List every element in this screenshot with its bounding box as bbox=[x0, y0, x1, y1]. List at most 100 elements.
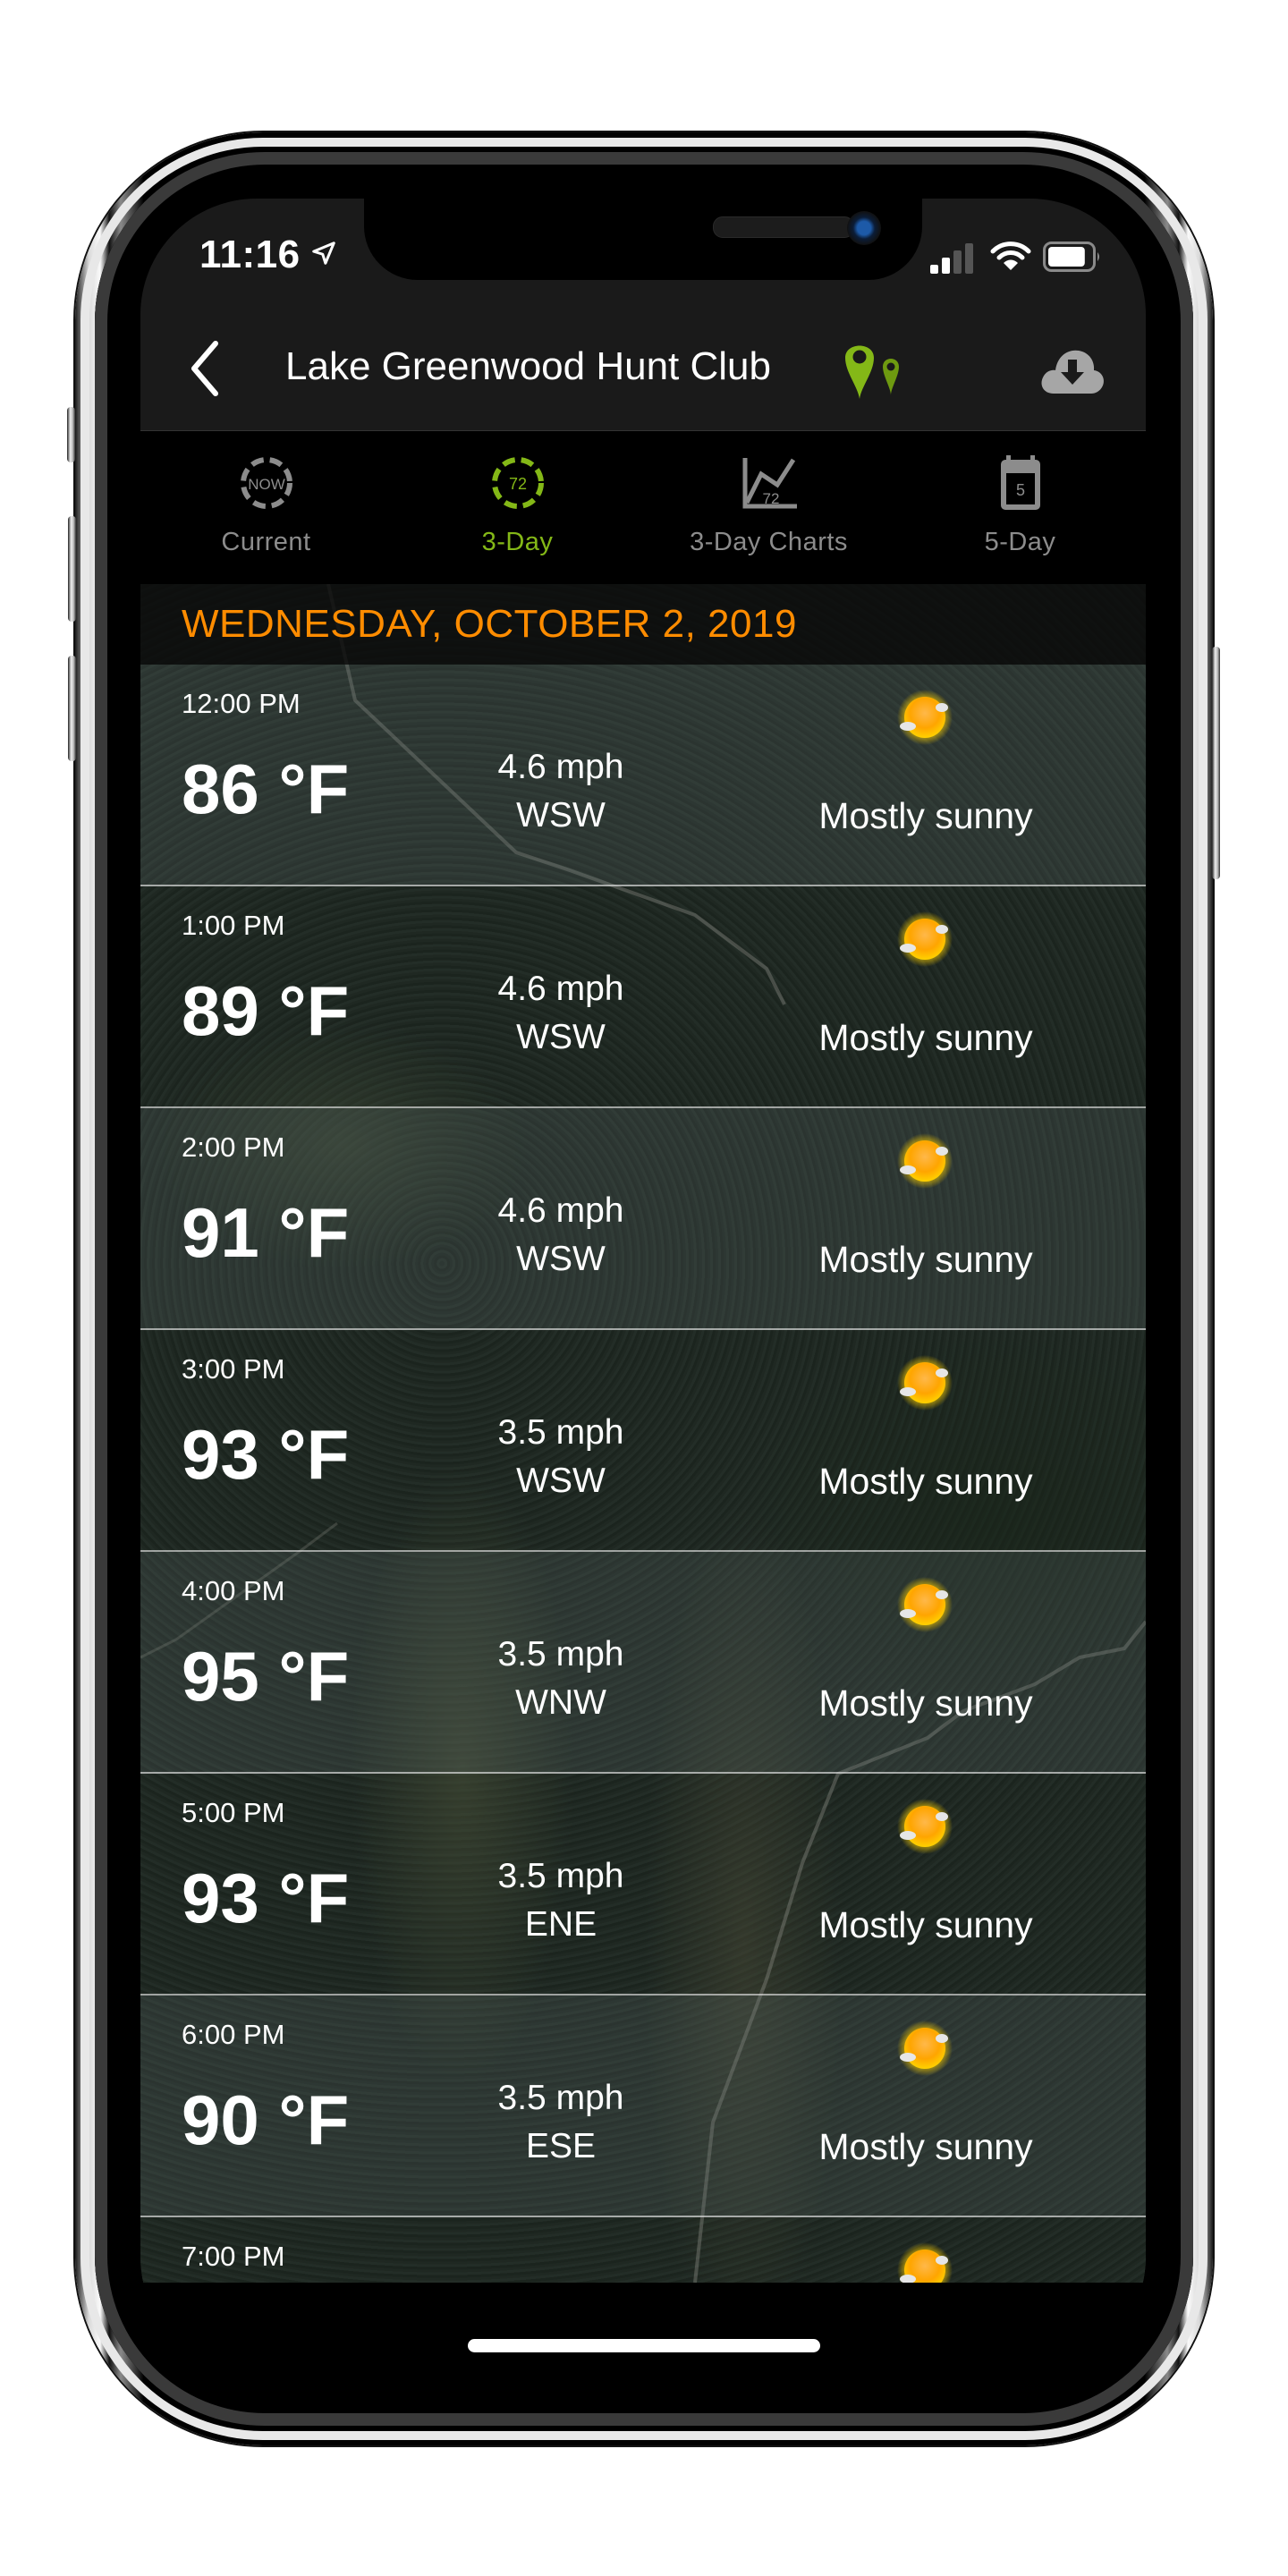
cloud-download-icon[interactable] bbox=[1039, 343, 1106, 395]
72-dial-text: 72 bbox=[508, 475, 526, 493]
hour-row[interactable]: 12:00 PM 86 °F 4.6 mph WSW Mostly sunny bbox=[140, 665, 1146, 886]
wind-direction: ENE bbox=[524, 1905, 597, 1944]
mostly-sunny-icon bbox=[897, 2021, 953, 2076]
volume-up-button bbox=[68, 516, 76, 622]
signal-bar bbox=[930, 265, 938, 274]
wind-speed: 4.6 mph bbox=[497, 748, 624, 786]
status-time: 11:16 bbox=[199, 233, 301, 276]
wind-speed: 3.5 mph bbox=[497, 1413, 624, 1452]
hour-temperature: 90 °F bbox=[182, 2080, 350, 2159]
chevron-left-icon[interactable] bbox=[187, 340, 223, 397]
tab-3-day-label: 3-Day bbox=[481, 528, 554, 556]
hour-time: 7:00 PM bbox=[182, 2241, 285, 2272]
tab-5-day[interactable]: 5 5-Day bbox=[894, 431, 1146, 584]
wind-speed: 4.6 mph bbox=[497, 970, 624, 1008]
hour-condition: Mostly sunny bbox=[818, 2126, 1033, 2167]
page-title: Lake Greenwood Hunt Club bbox=[285, 344, 771, 388]
wind-direction: WSW bbox=[516, 1462, 606, 1500]
now-dial-icon: NOW bbox=[240, 457, 292, 509]
hour-row[interactable]: 6:00 PM 90 °F 3.5 mph ESE Mostly sunny bbox=[140, 1996, 1146, 2217]
wind-direction: WSW bbox=[516, 1018, 606, 1056]
status-bar: 11:16 bbox=[140, 199, 1146, 306]
mostly-sunny-icon bbox=[897, 911, 953, 967]
mostly-sunny-icon bbox=[897, 690, 953, 745]
hour-wind: 3.5 mph WSW bbox=[471, 1409, 650, 1505]
forecast-tabs: NOW Current 72 3-Day 72 3-Day Charts 5 5… bbox=[140, 431, 1146, 584]
tab-current[interactable]: NOW Current bbox=[140, 431, 392, 584]
hour-wind: 3.5 mph ESE bbox=[471, 2074, 650, 2171]
wind-speed: 3.5 mph bbox=[497, 1857, 624, 1895]
hour-rows: 12:00 PM 86 °F 4.6 mph WSW Mostly sunny … bbox=[140, 665, 1146, 2283]
mute-switch bbox=[67, 407, 75, 462]
hour-row[interactable]: 7:00 PM bbox=[140, 2217, 1146, 2283]
home-indicator[interactable] bbox=[468, 2339, 820, 2352]
mostly-sunny-icon bbox=[897, 1799, 953, 1854]
hour-time: 12:00 PM bbox=[182, 688, 301, 719]
wind-direction: ESE bbox=[525, 2127, 597, 2165]
date-header: WEDNESDAY, OCTOBER 2, 2019 bbox=[140, 584, 1146, 665]
hour-condition: Mostly sunny bbox=[818, 1682, 1033, 1724]
hour-row[interactable]: 4:00 PM 95 °F 3.5 mph WNW Mostly sunny bbox=[140, 1552, 1146, 1774]
earpiece-speaker bbox=[713, 216, 854, 238]
navigation-bar: Lake Greenwood Hunt Club bbox=[140, 306, 1146, 431]
mostly-sunny-icon bbox=[897, 1133, 953, 1189]
front-camera bbox=[847, 211, 881, 245]
wind-direction: WSW bbox=[516, 796, 606, 835]
home-bar-area bbox=[140, 2283, 1146, 2373]
hour-row[interactable]: 2:00 PM 91 °F 4.6 mph WSW Mostly sunny bbox=[140, 1108, 1146, 1330]
hour-temperature: 86 °F bbox=[182, 750, 350, 828]
mostly-sunny-icon bbox=[897, 2242, 953, 2283]
hour-row[interactable]: 3:00 PM 93 °F 3.5 mph WSW Mostly sunny bbox=[140, 1330, 1146, 1552]
tab-5-day-label: 5-Day bbox=[984, 528, 1056, 556]
wind-speed: 4.6 mph bbox=[497, 1191, 624, 1230]
hour-temperature: 95 °F bbox=[182, 1637, 350, 1716]
calendar-icon-text: 5 bbox=[1015, 481, 1024, 499]
wind-speed: 3.5 mph bbox=[497, 1635, 624, 1674]
tab-3-day-charts[interactable]: 72 3-Day Charts bbox=[643, 431, 894, 584]
hour-wind: 4.6 mph WSW bbox=[471, 965, 650, 1062]
hour-wind: 4.6 mph WSW bbox=[471, 1187, 650, 1284]
mostly-sunny-icon bbox=[897, 1577, 953, 1632]
tab-current-label: Current bbox=[221, 528, 311, 556]
location-arrow-icon bbox=[312, 242, 335, 265]
power-button bbox=[1212, 647, 1220, 879]
hour-wind: 4.6 mph WSW bbox=[471, 743, 650, 840]
wind-direction: WNW bbox=[515, 1683, 606, 1722]
tab-3-day[interactable]: 72 3-Day bbox=[392, 431, 643, 584]
hour-temperature: 91 °F bbox=[182, 1193, 350, 1272]
hour-temperature: 93 °F bbox=[182, 1415, 350, 1494]
signal-bar bbox=[965, 243, 973, 274]
wifi-icon bbox=[990, 242, 1031, 270]
hour-time: 1:00 PM bbox=[182, 910, 285, 941]
hour-wind: 3.5 mph ENE bbox=[471, 1852, 650, 1949]
now-dial-text: NOW bbox=[248, 476, 285, 493]
map-pins-icon bbox=[845, 345, 899, 399]
hour-time: 3:00 PM bbox=[182, 1353, 285, 1385]
signal-bar bbox=[953, 250, 962, 274]
hour-temperature: 89 °F bbox=[182, 971, 350, 1050]
mostly-sunny-icon bbox=[897, 1355, 953, 1411]
hour-time: 4:00 PM bbox=[182, 1575, 285, 1606]
hour-time: 2:00 PM bbox=[182, 1131, 285, 1163]
cellular-signal-icon bbox=[930, 243, 973, 274]
hour-time: 5:00 PM bbox=[182, 1797, 285, 1828]
wind-speed: 3.5 mph bbox=[497, 2079, 624, 2117]
calendar-icon: 5 bbox=[1000, 455, 1040, 510]
hour-row[interactable]: 5:00 PM 93 °F 3.5 mph ENE Mostly sunny bbox=[140, 1774, 1146, 1996]
signal-bar bbox=[942, 258, 950, 274]
hour-condition: Mostly sunny bbox=[818, 1904, 1033, 1945]
hour-condition: Mostly sunny bbox=[818, 795, 1033, 836]
tab-3-day-charts-label: 3-Day Charts bbox=[690, 528, 848, 556]
wind-direction: WSW bbox=[516, 1240, 606, 1278]
line-chart-icon: 72 bbox=[742, 458, 797, 509]
hour-wind: 3.5 mph WNW bbox=[471, 1631, 650, 1727]
chart-icon-text: 72 bbox=[762, 490, 779, 507]
hour-row[interactable]: 1:00 PM 89 °F 4.6 mph WSW Mostly sunny bbox=[140, 886, 1146, 1108]
hourly-forecast-list[interactable]: WEDNESDAY, OCTOBER 2, 2019 12:00 PM 86 °… bbox=[140, 584, 1146, 2283]
72-dial-icon: 72 bbox=[491, 457, 544, 509]
app-screen: 11:16 Lake Greenwood Hunt Club NOW Curre… bbox=[140, 199, 1146, 2373]
hour-temperature: 93 °F bbox=[182, 1859, 350, 1937]
date-heading: WEDNESDAY, OCTOBER 2, 2019 bbox=[182, 602, 797, 646]
hour-condition: Mostly sunny bbox=[818, 1017, 1033, 1058]
hour-condition: Mostly sunny bbox=[818, 1239, 1033, 1280]
